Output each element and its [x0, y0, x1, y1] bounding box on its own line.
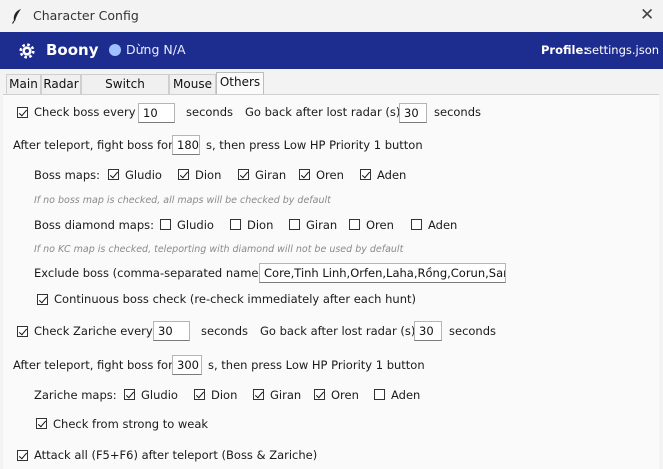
boss-go-back-label: Go back after lost radar (s): [245, 105, 405, 119]
diamond-map-dion-checkbox[interactable] [230, 219, 241, 230]
check-boss-checkbox[interactable] [17, 107, 28, 118]
diamond-map-gludio-label: Gludio [177, 218, 214, 232]
tab-mouse[interactable]: Mouse [169, 74, 216, 94]
boss-map-gludio-checkbox[interactable] [108, 169, 119, 180]
zariche-map-aden-checkbox[interactable] [374, 389, 385, 400]
boss-fight-prefix: After teleport, fight boss for [13, 138, 173, 152]
continuous-boss-label: Continuous boss check (re-check immediat… [54, 292, 416, 306]
diamond-map-giran-label: Giran [306, 218, 338, 232]
boss-interval-input[interactable]: 10 [138, 103, 175, 123]
zariche-seconds-label: seconds [201, 324, 249, 338]
status-dot-icon [109, 44, 121, 56]
window-title: Character Config [33, 8, 139, 23]
boss-go-back-input[interactable]: 30 [399, 103, 427, 123]
zariche-fight-input[interactable]: 300 [172, 355, 202, 375]
boss-go-back-seconds: seconds [434, 105, 482, 119]
profile-label: Profile: [541, 43, 588, 57]
boss-fight-input[interactable]: 180 [172, 135, 200, 155]
boss-map-oren-checkbox[interactable] [299, 169, 310, 180]
window-titlebar: Character Config ✕ [0, 0, 663, 32]
zariche-map-dion-checkbox[interactable] [194, 389, 205, 400]
zariche-map-oren-label: Oren [331, 388, 359, 402]
gear-icon [19, 43, 35, 59]
exclude-boss-input[interactable]: Core,Tinh Linh,Orfen,Laha,Rồng,Corun,Sam… [259, 263, 506, 283]
boss-fight-suffix: s, then press Low HP Priority 1 button [206, 138, 423, 152]
app-brand: Boony [46, 41, 99, 59]
zariche-map-giran-checkbox[interactable] [253, 389, 264, 400]
zariche-fight-prefix: After teleport, fight boss for [13, 358, 173, 372]
attack-all-label: Attack all (F5+F6) after teleport (Boss … [34, 448, 318, 462]
profile-value: settings.json [586, 43, 660, 57]
boss-map-gludio-label: Gludio [125, 168, 162, 182]
others-panel: Check boss every 10 seconds Go back afte… [3, 94, 659, 469]
tab-main[interactable]: Main [6, 74, 41, 94]
app-header: Boony Dừng N/A Profile: settings.json [0, 32, 663, 69]
diamond-map-gludio-checkbox[interactable] [160, 219, 171, 230]
boss-maps-hint: If no boss map is checked, all maps will… [34, 195, 331, 206]
boss-map-giran-label: Giran [255, 168, 287, 182]
boss-map-aden-label: Aden [377, 168, 407, 182]
check-boss-label: Check boss every [34, 105, 136, 119]
check-zariche-label: Check Zariche every [34, 324, 153, 338]
attack-all-checkbox[interactable] [17, 450, 28, 461]
zariche-interval-input[interactable]: 30 [153, 321, 190, 341]
diamond-map-aden-label: Aden [428, 218, 458, 232]
zariche-map-gludio-label: Gludio [141, 388, 178, 402]
zariche-map-oren-checkbox[interactable] [314, 389, 325, 400]
boss-diamond-label: Boss diamond maps: [34, 218, 155, 232]
diamond-map-aden-checkbox[interactable] [411, 219, 422, 230]
check-zariche-checkbox[interactable] [17, 326, 28, 337]
diamond-map-oren-checkbox[interactable] [349, 219, 360, 230]
tab-radar[interactable]: Radar [41, 74, 81, 94]
boss-map-dion-checkbox[interactable] [178, 169, 189, 180]
boss-maps-label: Boss maps: [34, 168, 100, 182]
close-icon[interactable]: ✕ [640, 5, 654, 25]
tab-switch-weapon[interactable]: Switch weapon [81, 74, 169, 110]
exclude-boss-label: Exclude boss (comma-separated names): [34, 266, 273, 280]
boss-map-aden-checkbox[interactable] [360, 169, 371, 180]
zariche-go-back-label: Go back after lost radar (s): [260, 324, 420, 338]
boss-map-dion-label: Dion [195, 168, 222, 182]
zariche-go-back-seconds: seconds [449, 324, 497, 338]
continuous-boss-checkbox[interactable] [37, 294, 48, 305]
strong-to-weak-label: Check from strong to weak [53, 417, 209, 431]
diamond-map-dion-label: Dion [247, 218, 274, 232]
diamond-map-giran-checkbox[interactable] [289, 219, 300, 230]
zariche-map-gludio-checkbox[interactable] [124, 389, 135, 400]
boss-seconds-label: seconds [186, 105, 234, 119]
zariche-map-aden-label: Aden [391, 388, 421, 402]
diamond-map-oren-label: Oren [366, 218, 394, 232]
zariche-map-dion-label: Dion [211, 388, 238, 402]
boss-map-giran-checkbox[interactable] [238, 169, 249, 180]
zariche-maps-label: Zariche maps: [34, 388, 117, 402]
boss-diamond-hint: If no KC map is checked, teleporting wit… [34, 244, 404, 255]
status-text: Dừng N/A [126, 42, 186, 57]
strong-to-weak-checkbox[interactable] [36, 418, 47, 429]
boss-map-oren-label: Oren [316, 168, 344, 182]
zariche-map-giran-label: Giran [270, 388, 302, 402]
zariche-go-back-input[interactable]: 30 [414, 321, 442, 341]
zariche-fight-suffix: s, then press Low HP Priority 1 button [208, 358, 425, 372]
tab-others[interactable]: Others [216, 72, 264, 95]
feather-icon [11, 9, 21, 24]
